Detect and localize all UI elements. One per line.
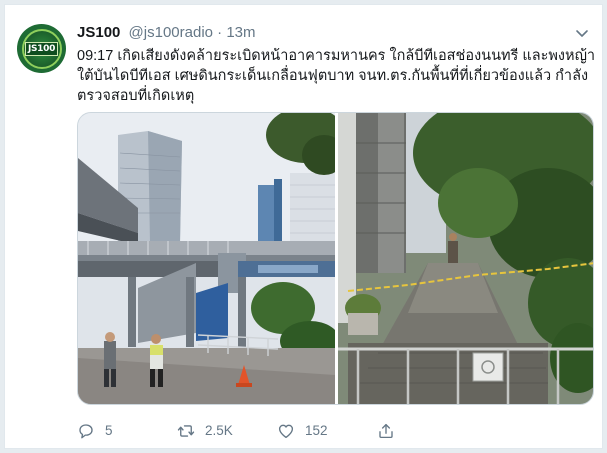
reply-count: 5: [105, 423, 113, 438]
retweet-button[interactable]: 2.5K: [177, 419, 233, 443]
tweet-text: 09:17 เกิดเสียงดังคล้ายระเบิดหน้าอาคารมห…: [77, 48, 596, 104]
display-name[interactable]: JS100: [77, 24, 120, 41]
tweet-header: JS100 @js100radio · 13m: [77, 23, 572, 43]
tweet-actions: 5 2.5K 152: [77, 419, 537, 443]
js100-logo-icon: JS100: [21, 28, 62, 69]
share-icon: [379, 423, 393, 439]
reply-icon: [79, 424, 93, 439]
share-button[interactable]: [377, 419, 405, 443]
retweet-count: 2.5K: [205, 423, 233, 438]
tweet-timestamp[interactable]: 13m: [226, 24, 255, 41]
media-photos: [78, 113, 594, 405]
photo-left[interactable]: [78, 113, 346, 405]
chevron-down-icon[interactable]: [574, 25, 590, 41]
avatar-logo-text: JS100: [24, 41, 59, 56]
tweet-card[interactable]: JS100 JS100 @js100radio · 13m 09:17 เกิด…: [4, 4, 603, 449]
heart-icon: [278, 424, 294, 439]
user-handle[interactable]: @js100radio: [129, 24, 213, 41]
reply-button[interactable]: 5: [77, 419, 113, 443]
tweet-media[interactable]: [77, 112, 594, 405]
avatar[interactable]: JS100: [17, 24, 66, 73]
retweet-icon: [177, 425, 195, 437]
header-separator: ·: [217, 24, 223, 41]
like-count: 152: [305, 423, 328, 438]
photo-right[interactable]: [338, 113, 594, 405]
like-button[interactable]: 152: [277, 419, 328, 443]
